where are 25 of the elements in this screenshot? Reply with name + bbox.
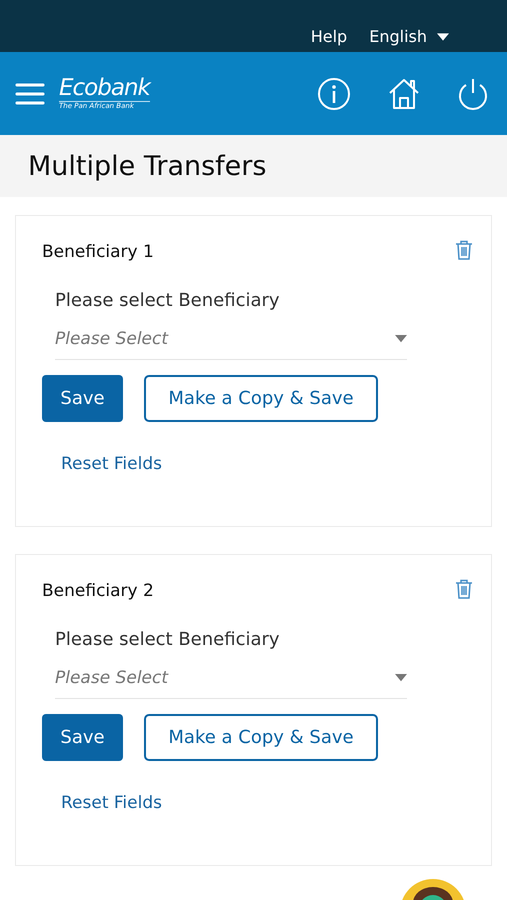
reset-fields-link[interactable]: Reset Fields — [61, 454, 162, 474]
caret-icon — [395, 674, 407, 682]
caret-icon — [437, 32, 449, 40]
home-icon[interactable] — [387, 76, 421, 110]
logo-name: Ecobank — [59, 77, 150, 102]
caret-icon — [395, 335, 407, 343]
reset-fields-link[interactable]: Reset Fields — [61, 793, 162, 813]
copy-save-button[interactable]: Make a Copy & Save — [144, 375, 378, 422]
save-button[interactable]: Save — [42, 375, 123, 422]
beneficiary-select[interactable]: Please Select — [55, 662, 407, 699]
copy-save-button[interactable]: Make a Copy & Save — [144, 714, 378, 761]
language-dropdown[interactable]: English — [369, 27, 449, 52]
beneficiary-title: Beneficiary 2 — [42, 581, 154, 601]
power-icon[interactable] — [457, 76, 489, 110]
help-link[interactable]: Help — [310, 27, 348, 52]
menu-icon[interactable] — [15, 82, 45, 106]
beneficiary-select[interactable]: Please Select — [55, 323, 407, 360]
trash-icon[interactable] — [455, 579, 473, 599]
field-label: Please select Beneficiary — [55, 290, 281, 311]
info-icon[interactable] — [317, 76, 351, 110]
page-title: Multiple Transfers — [28, 150, 266, 182]
save-button[interactable]: Save — [42, 714, 123, 761]
trash-icon[interactable] — [455, 240, 473, 260]
beneficiary-title: Beneficiary 1 — [42, 242, 154, 262]
field-label: Please select Beneficiary — [55, 629, 281, 650]
